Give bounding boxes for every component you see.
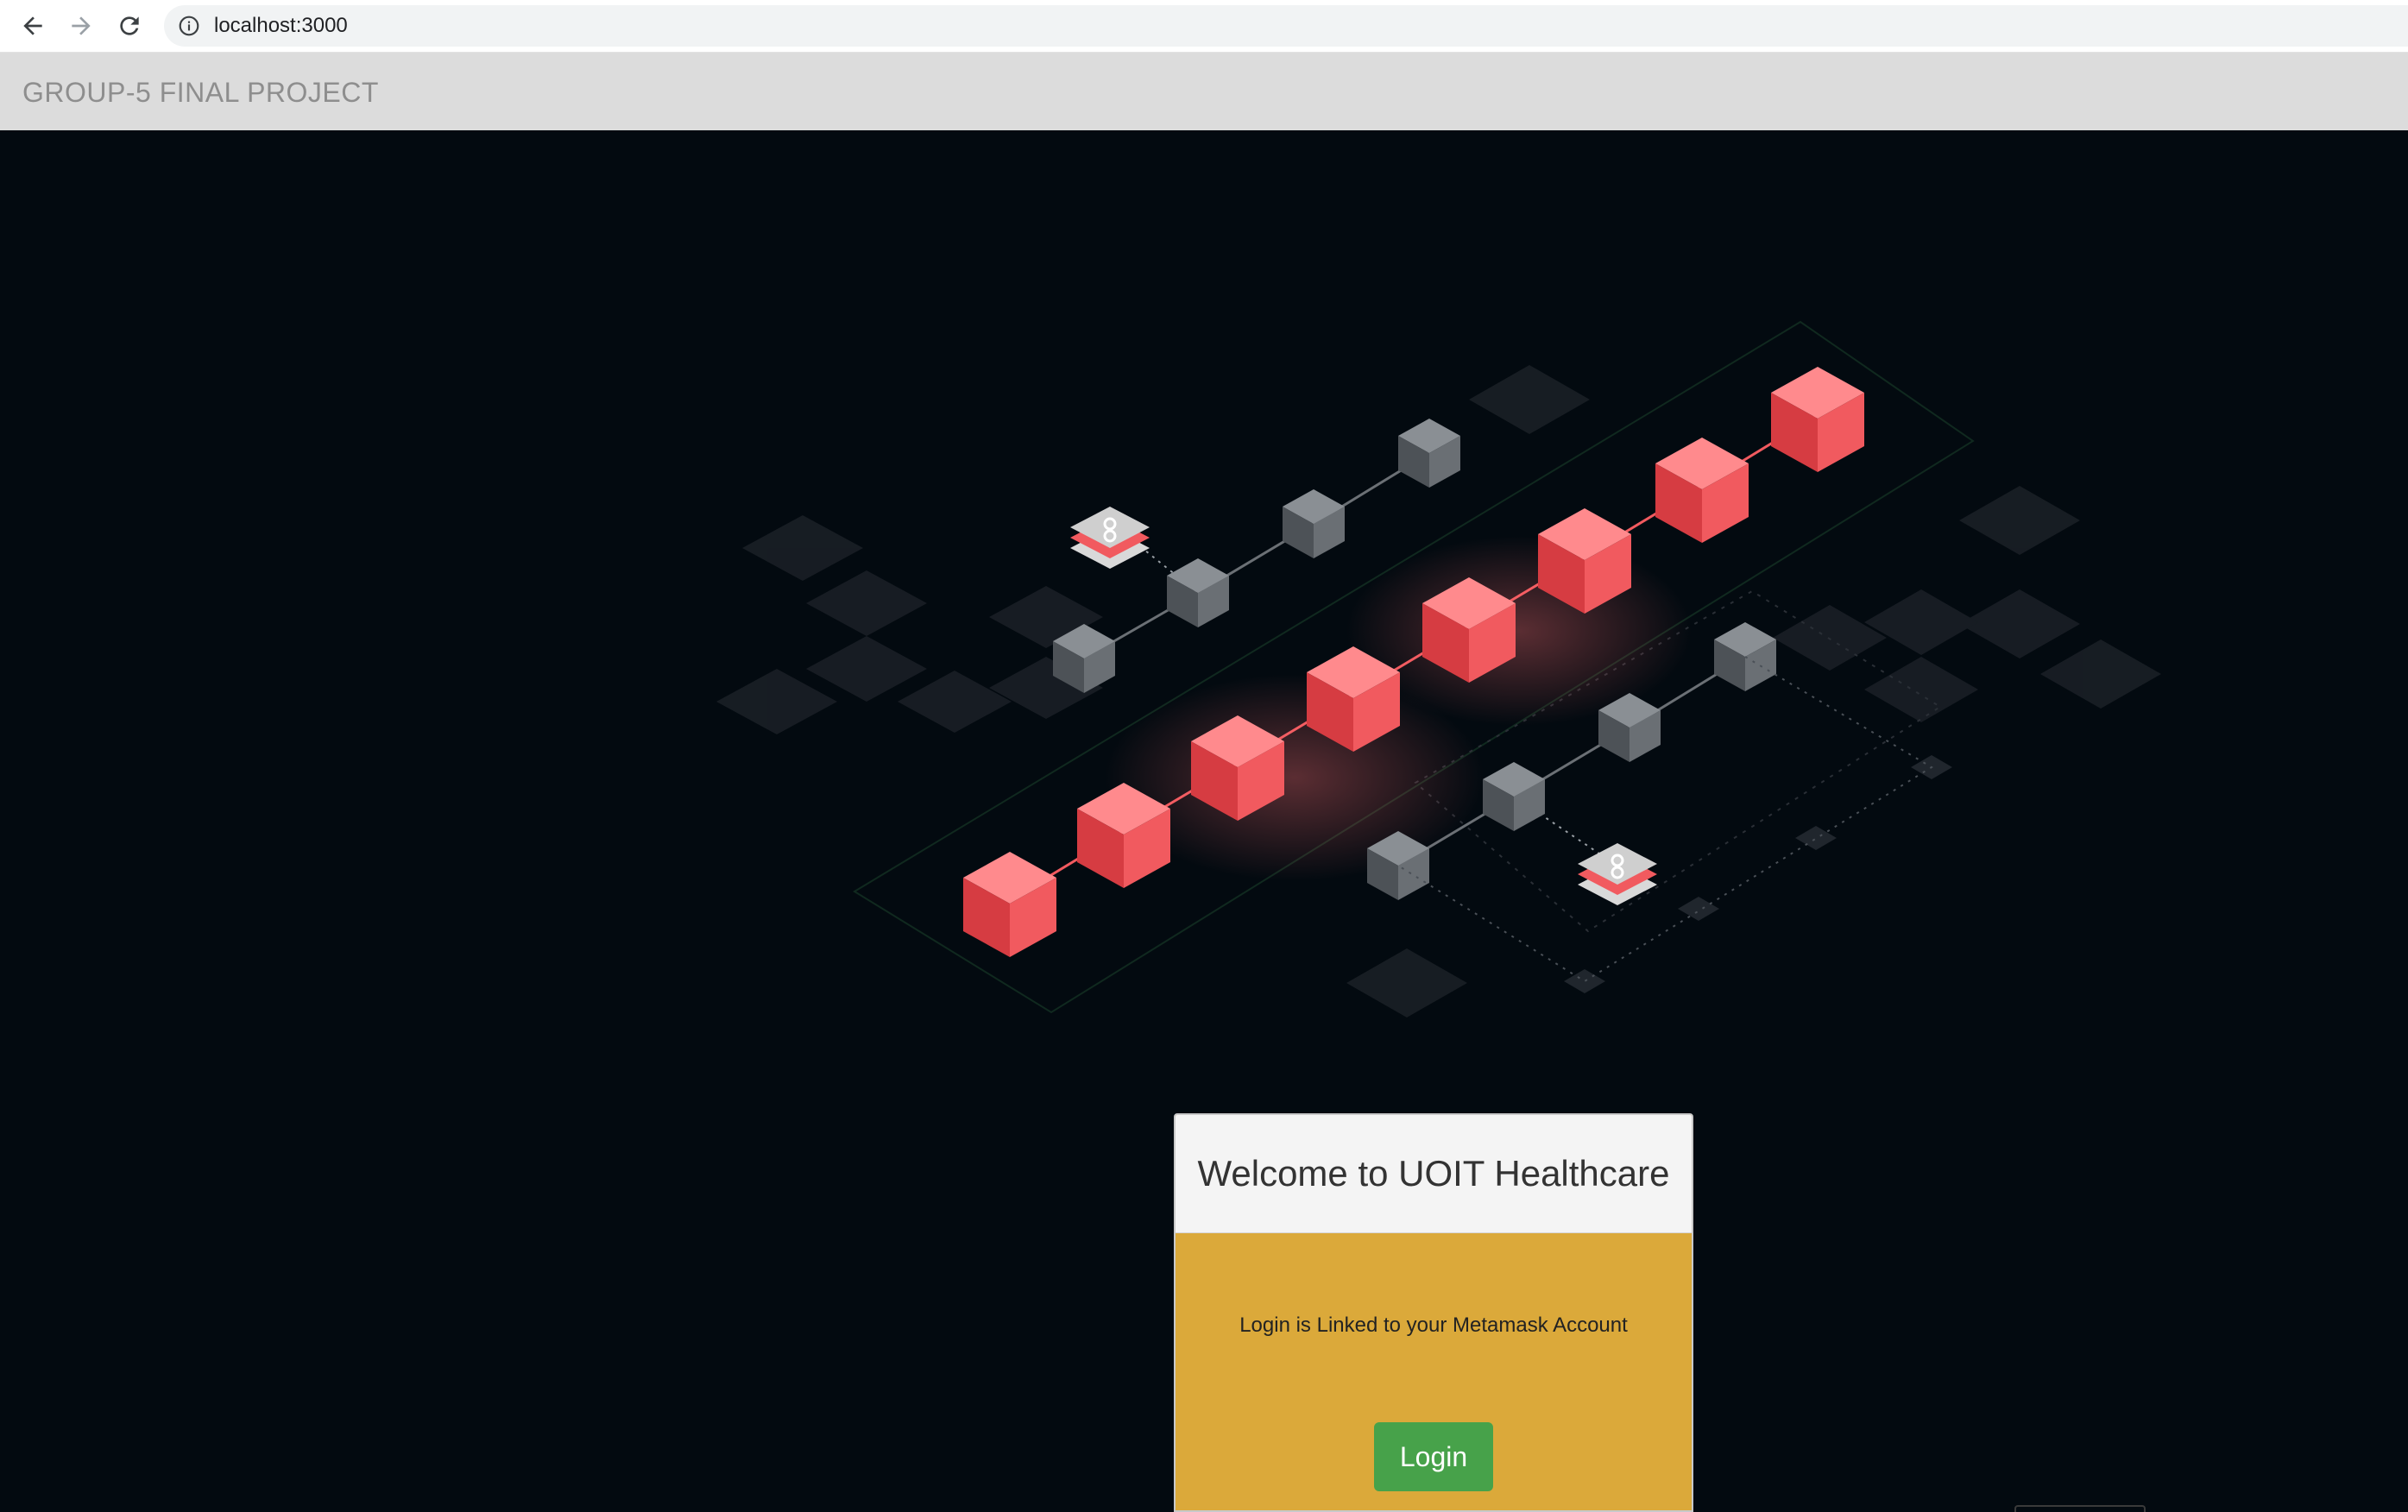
reload-button[interactable] [110,7,148,45]
forward-button[interactable] [62,7,100,45]
login-card-header: Welcome to UOIT Healthcare [1176,1115,1692,1233]
login-card: Welcome to UOIT Healthcare Login is Link… [1174,1113,1693,1512]
back-button[interactable] [14,7,52,45]
arrow-right-icon [72,16,91,35]
reload-icon [120,16,139,35]
arrow-left-icon [23,16,42,35]
link-node [1070,507,1150,569]
corner-tab [2014,1505,2146,1512]
url-text: localhost:3000 [214,14,348,37]
address-bar[interactable]: localhost:3000 [164,5,2408,47]
browser-toolbar: localhost:3000 [0,0,2408,53]
info-icon[interactable] [178,15,200,37]
metamask-message: Login is Linked to your Metamask Account [1239,1314,1628,1337]
welcome-title: Welcome to UOIT Healthcare [1197,1153,1670,1194]
login-button[interactable]: Login [1374,1422,1493,1491]
app-title: GROUP-5 FINAL PROJECT [22,77,379,108]
app-header: GROUP-5 FINAL PROJECT [0,53,2408,130]
link-node [1578,843,1657,905]
